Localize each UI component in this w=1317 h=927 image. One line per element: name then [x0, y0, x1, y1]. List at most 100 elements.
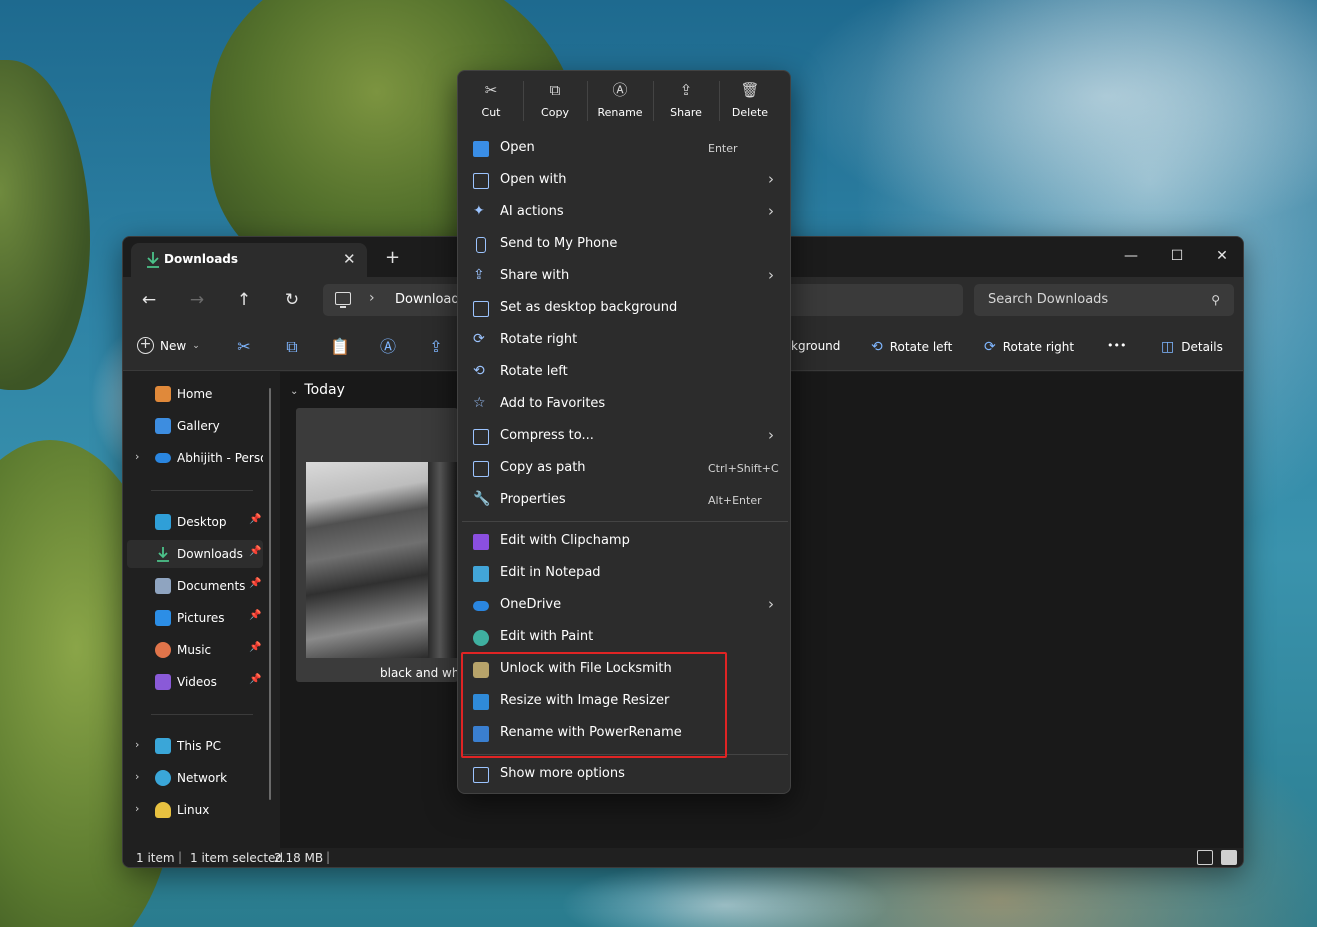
breadcrumb-downloads[interactable]: Downloads: [395, 292, 466, 307]
details-pane-icon: ◫: [1161, 339, 1175, 355]
linux-penguin-icon: [155, 802, 171, 818]
sidebar-item-onedrive[interactable]: › Abhijith - Personal: [127, 444, 263, 472]
more-options-button[interactable]: •••: [1107, 339, 1126, 352]
sidebar-item-linux[interactable]: › Linux: [127, 796, 263, 824]
new-tab-button[interactable]: +: [385, 247, 400, 268]
share-button[interactable]: ⇪ Share: [655, 79, 717, 127]
rotate-right-button[interactable]: ⟳ Rotate right: [984, 339, 1074, 355]
zip-archive-icon: [473, 429, 489, 445]
chevron-right-icon[interactable]: ›: [135, 802, 139, 815]
rotate-left-button[interactable]: ⟲ Rotate left: [871, 339, 952, 355]
download-icon: [147, 252, 159, 268]
sidebar-item-desktop[interactable]: Desktop 📌: [127, 508, 263, 536]
menu-item-label: Copy as path: [500, 460, 586, 475]
rename-icon[interactable]: Ⓐ: [378, 337, 398, 357]
search-icon: ⚲: [1211, 293, 1220, 307]
menu-item-compress[interactable]: Compress to... ›: [464, 421, 786, 453]
sidebar-item-this-pc[interactable]: › This PC: [127, 732, 263, 760]
set-background-button[interactable]: kground: [791, 339, 840, 353]
details-label: Details: [1181, 340, 1223, 354]
tab-downloads[interactable]: Downloads ✕: [131, 243, 367, 277]
menu-item-label: Share with: [500, 268, 570, 283]
menu-item-ai-actions[interactable]: ✦ AI actions ›: [464, 197, 786, 229]
cut-label: Cut: [481, 106, 501, 119]
large-icons-view-icon[interactable]: [1221, 850, 1237, 865]
sidebar-item-music[interactable]: Music 📌: [127, 636, 263, 664]
menu-divider: [462, 521, 788, 522]
videos-icon: [155, 674, 171, 690]
menu-item-rotate-right[interactable]: ⟳ Rotate right: [464, 325, 786, 357]
rename-label: Rename: [597, 106, 643, 119]
cut-button[interactable]: ✂ Cut: [460, 79, 522, 127]
desktop-background-icon: [473, 301, 489, 317]
photos-app-icon: [473, 141, 489, 157]
close-button[interactable]: ✕: [1202, 241, 1242, 271]
paste-icon[interactable]: 📋: [330, 337, 350, 357]
sidebar-item-videos[interactable]: Videos 📌: [127, 668, 263, 696]
menu-item-onedrive[interactable]: OneDrive ›: [464, 590, 786, 622]
menu-item-notepad[interactable]: Edit in Notepad: [464, 558, 786, 590]
menu-item-label: Open with: [500, 172, 567, 187]
quick-action-divider: [653, 81, 654, 121]
sidebar-scrollbar[interactable]: [269, 388, 271, 800]
menu-item-copy-as-path[interactable]: Copy as path Ctrl+Shift+C: [464, 453, 786, 485]
rename-button[interactable]: Ⓐ Rename: [589, 79, 651, 127]
menu-item-open-with[interactable]: Open with ›: [464, 165, 786, 197]
sidebar-item-documents[interactable]: Documents 📌: [127, 572, 263, 600]
maximize-button[interactable]: ☐: [1157, 241, 1197, 271]
download-icon: [157, 547, 169, 562]
sidebar-item-network[interactable]: › Network: [127, 764, 263, 792]
menu-item-set-background[interactable]: Set as desktop background: [464, 293, 786, 325]
chevron-right-icon[interactable]: ›: [135, 770, 139, 783]
file-item[interactable]: black and whit: [296, 408, 468, 682]
back-button[interactable]: ←: [137, 289, 161, 313]
menu-item-open[interactable]: Open Enter: [464, 133, 786, 165]
share-icon[interactable]: ⇪: [426, 337, 446, 357]
chevron-right-icon[interactable]: ›: [369, 290, 375, 306]
set-background-label: kground: [791, 339, 841, 353]
details-button[interactable]: ◫ Details: [1161, 339, 1223, 355]
search-placeholder: Search Downloads: [988, 292, 1109, 307]
sidebar-item-pictures[interactable]: Pictures 📌: [127, 604, 263, 632]
menu-item-label: Edit with Clipchamp: [500, 533, 630, 548]
show-more-icon: [473, 767, 489, 783]
up-button[interactable]: ↑: [232, 289, 256, 313]
pin-icon: 📌: [249, 610, 262, 621]
cut-icon[interactable]: ✂: [234, 337, 254, 357]
search-input[interactable]: Search Downloads ⚲: [974, 284, 1234, 316]
new-button[interactable]: + New ⌄: [137, 337, 200, 354]
chevron-right-icon[interactable]: ›: [135, 738, 139, 751]
details-view-icon[interactable]: [1197, 850, 1213, 865]
chevron-right-icon: ›: [768, 202, 774, 220]
copy-button[interactable]: ⧉ Copy: [524, 79, 586, 127]
menu-item-show-more-options[interactable]: Show more options: [464, 759, 786, 791]
menu-item-add-favorites[interactable]: ☆ Add to Favorites: [464, 389, 786, 421]
menu-item-paint[interactable]: Edit with Paint: [464, 622, 786, 654]
share-icon: ⇪: [679, 81, 693, 99]
rotate-left-icon: ⟲: [473, 363, 485, 379]
train-in-photo: [428, 462, 458, 658]
menu-item-share-with[interactable]: ⇪ Share with ›: [464, 261, 786, 293]
group-header-today[interactable]: ⌄ Today: [290, 382, 345, 398]
refresh-button[interactable]: ↻: [280, 289, 304, 313]
menu-item-rotate-left[interactable]: ⟲ Rotate left: [464, 357, 786, 389]
tab-close-button[interactable]: ✕: [343, 250, 356, 268]
copy-icon[interactable]: ⧉: [282, 337, 302, 357]
sidebar-item-home[interactable]: Home: [127, 380, 263, 408]
sidebar-item-downloads[interactable]: Downloads 📌: [127, 540, 263, 568]
delete-button[interactable]: 🗑 Delete: [719, 79, 781, 127]
cliff-rock-left: [0, 60, 90, 390]
pin-icon: 📌: [249, 578, 262, 589]
menu-item-send-to-phone[interactable]: Send to My Phone: [464, 229, 786, 261]
minimize-button[interactable]: —: [1111, 241, 1151, 271]
menu-item-clipchamp[interactable]: Edit with Clipchamp: [464, 526, 786, 558]
open-with-icon: [473, 173, 489, 189]
copy-path-icon: [473, 461, 489, 477]
sidebar-item-gallery[interactable]: Gallery: [127, 412, 263, 440]
menu-item-properties[interactable]: 🔧 Properties Alt+Enter: [464, 485, 786, 517]
sidebar-item-label: Linux: [177, 803, 210, 817]
chevron-right-icon[interactable]: ›: [135, 450, 139, 463]
menu-item-label: Send to My Phone: [500, 236, 618, 251]
forward-button[interactable]: →: [185, 289, 209, 313]
this-pc-icon: [335, 292, 351, 308]
